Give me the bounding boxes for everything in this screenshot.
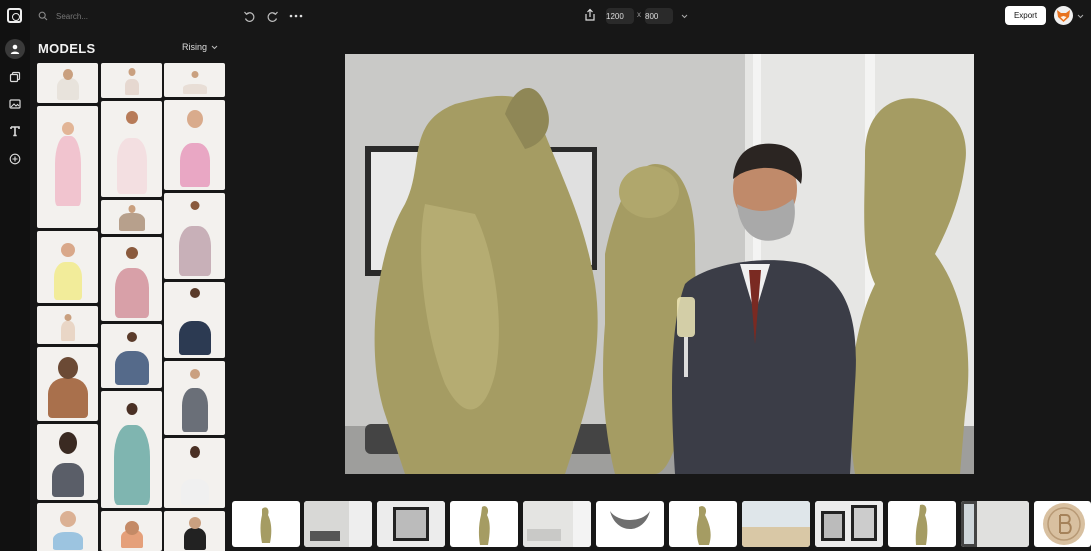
model-grid-column xyxy=(37,63,98,551)
asset-thumbnail[interactable] xyxy=(742,501,810,547)
search-input[interactable] xyxy=(56,11,196,21)
model-tile[interactable] xyxy=(37,424,98,500)
beach-asset-image xyxy=(742,501,810,547)
sort-label: Rising xyxy=(182,42,208,52)
asset-thumbnail[interactable] xyxy=(888,501,956,547)
model-tile[interactable] xyxy=(37,106,98,228)
model-grid-column xyxy=(101,63,162,551)
model-tile[interactable] xyxy=(164,282,225,358)
model-tile[interactable] xyxy=(37,306,98,344)
interior-asset-image xyxy=(523,501,591,547)
share-icon xyxy=(585,8,595,21)
model-tile[interactable] xyxy=(37,347,98,421)
asset-thumbnail[interactable] xyxy=(669,501,737,547)
model-tile[interactable] xyxy=(37,503,98,551)
share-button[interactable] xyxy=(583,8,597,22)
text-tool-button[interactable] xyxy=(5,121,25,141)
model-tile[interactable] xyxy=(37,63,98,103)
canvas-width-input[interactable] xyxy=(606,8,634,24)
images-tool-button[interactable] xyxy=(5,94,25,114)
undo-button[interactable] xyxy=(242,9,256,23)
model-grid-column xyxy=(164,63,225,551)
model-tile[interactable] xyxy=(101,63,162,98)
fox-avatar-icon xyxy=(1057,10,1070,22)
alien-asset-image xyxy=(260,507,272,543)
model-tile[interactable] xyxy=(164,193,225,279)
alien-asset-image xyxy=(915,504,928,545)
model-tile[interactable] xyxy=(101,237,162,321)
dimension-separator: x xyxy=(637,10,641,19)
redo-button[interactable] xyxy=(265,9,279,23)
design-canvas[interactable] xyxy=(345,54,974,474)
app-window: MODELS Rising xyxy=(0,0,1091,551)
app-logo-icon[interactable] xyxy=(7,8,22,23)
more-dots-icon xyxy=(289,14,303,18)
model-tile[interactable] xyxy=(164,361,225,435)
sort-dropdown[interactable]: Rising xyxy=(182,42,218,52)
account-menu-dropdown[interactable] xyxy=(1073,9,1087,23)
bitcoin-coin-image xyxy=(1043,503,1085,545)
model-tile[interactable] xyxy=(164,438,225,508)
undo-icon xyxy=(243,11,254,22)
model-grid xyxy=(37,63,226,551)
asset-thumbnail[interactable] xyxy=(1034,501,1091,547)
chevron-down-icon xyxy=(211,45,218,49)
window-room-asset-image xyxy=(961,501,1029,547)
room-asset-image xyxy=(304,501,372,547)
text-icon xyxy=(10,126,20,137)
export-button[interactable]: Export xyxy=(1005,6,1046,25)
model-tile[interactable] xyxy=(101,101,162,197)
asset-thumbnail[interactable] xyxy=(304,501,372,547)
model-tile[interactable] xyxy=(101,391,162,508)
model-tile[interactable] xyxy=(101,324,162,388)
model-tile[interactable] xyxy=(164,63,225,97)
composed-scene-image xyxy=(345,54,974,474)
alien-asset-image xyxy=(478,506,490,545)
chevron-down-icon xyxy=(681,14,687,18)
alien-asset-image xyxy=(696,506,711,545)
asset-thumbnail[interactable] xyxy=(450,501,518,547)
asset-thumbnail[interactable] xyxy=(961,501,1029,547)
more-options-button[interactable] xyxy=(289,9,303,23)
plus-circle-icon xyxy=(9,153,21,165)
layers-tool-button[interactable] xyxy=(5,67,25,87)
add-tool-button[interactable] xyxy=(5,149,25,169)
model-tile[interactable] xyxy=(101,511,162,551)
search-icon xyxy=(38,11,48,21)
model-tile[interactable] xyxy=(164,511,225,551)
asset-thumbnail[interactable] xyxy=(815,501,883,547)
redo-icon xyxy=(267,11,278,22)
asset-thumbnail[interactable] xyxy=(596,501,664,547)
model-tile[interactable] xyxy=(37,231,98,303)
image-icon xyxy=(9,99,21,109)
canvas-height-input[interactable] xyxy=(645,8,673,24)
asset-thumbnail[interactable] xyxy=(377,501,445,547)
avatar[interactable] xyxy=(1054,6,1073,25)
asset-thumbnail[interactable] xyxy=(232,501,300,547)
size-presets-dropdown[interactable] xyxy=(677,9,691,23)
model-tile[interactable] xyxy=(164,100,225,190)
model-tile[interactable] xyxy=(101,200,162,234)
chevron-down-icon xyxy=(1077,14,1083,18)
copy-icon xyxy=(9,71,21,83)
beard-asset-image xyxy=(610,511,650,529)
frames-asset-image xyxy=(815,501,883,547)
asset-thumbnail[interactable] xyxy=(523,501,591,547)
person-icon xyxy=(10,44,20,54)
tool-rail xyxy=(0,0,30,551)
asset-strip xyxy=(226,496,1091,551)
search-bar xyxy=(38,6,218,26)
sidebar-title: MODELS xyxy=(38,41,96,56)
frame-asset-image xyxy=(377,501,445,547)
models-tool-button[interactable] xyxy=(5,39,25,59)
